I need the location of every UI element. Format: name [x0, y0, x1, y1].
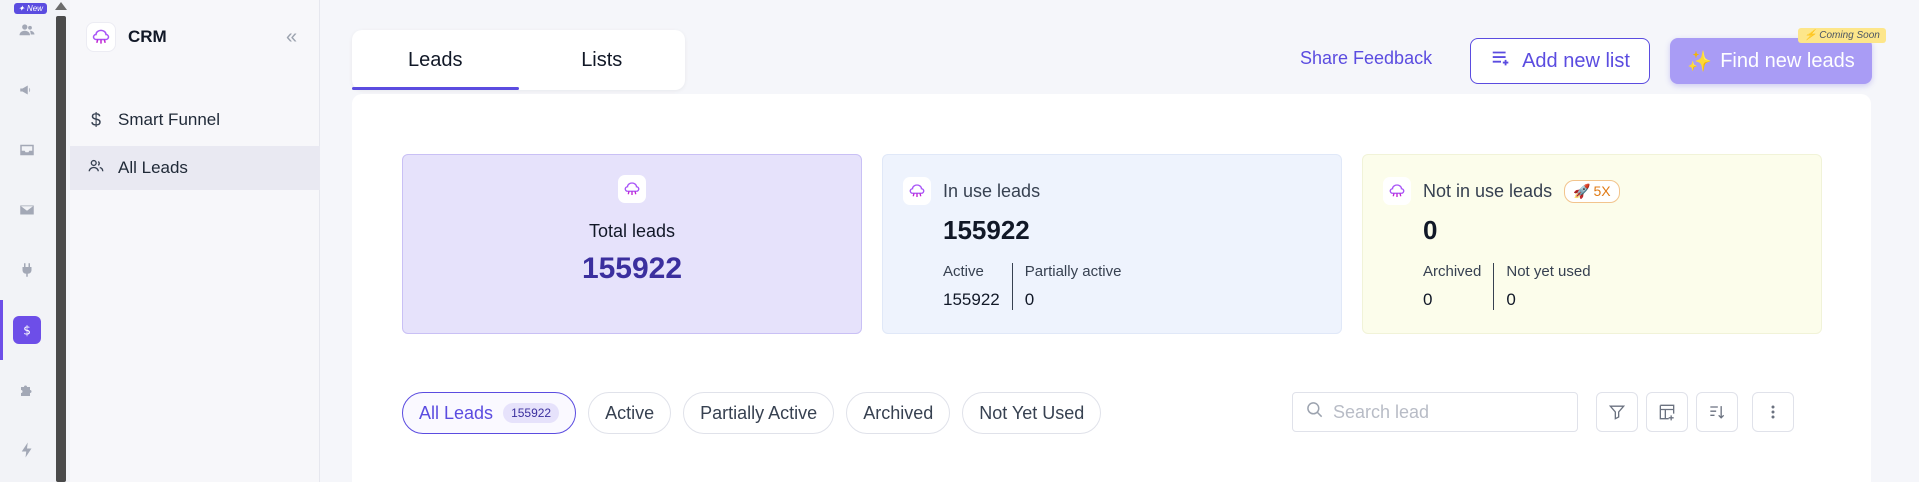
users-icon [86, 157, 106, 180]
sort-button[interactable] [1696, 392, 1738, 432]
main-area: Leads Lists Share Feedback Add new list … [320, 0, 1919, 482]
more-vertical-icon [1771, 405, 1775, 419]
total-leads-value: 155922 [581, 252, 683, 285]
columns-button[interactable] [1646, 392, 1688, 432]
stat-value: 0 [1423, 290, 1433, 309]
active-stat: Active 155922 [943, 263, 1012, 310]
chip-label: Active [605, 402, 655, 423]
plug-icon[interactable] [13, 256, 41, 284]
sidebar-title: CRM [128, 27, 167, 46]
users-icon[interactable] [13, 16, 41, 44]
crm-logo-icon [903, 177, 931, 205]
filter-all-leads[interactable]: All Leads 155922 [402, 392, 577, 434]
stat-label: Not yet used [1506, 263, 1591, 280]
filter-active[interactable]: Active [588, 392, 672, 434]
stat-value: 155922 [943, 290, 1000, 309]
filter-icon [1608, 405, 1626, 420]
in-use-leads-value: 155922 [943, 215, 1030, 245]
dollar-icon[interactable]: $ [13, 316, 41, 344]
sidebar-item-all-leads[interactable]: All Leads [70, 146, 320, 190]
not-yet-used-stat: Not yet used 0 [1493, 263, 1602, 310]
crm-sidebar: CRM « $ Smart Funnel All Leads [70, 0, 320, 482]
view-tabs: Leads Lists [352, 30, 685, 90]
rocket-icon: 🚀 [1573, 182, 1591, 199]
boost-badge-label: 5X [1593, 183, 1611, 199]
search-box [1292, 392, 1578, 432]
sort-icon [1710, 406, 1725, 419]
filter-button[interactable] [1596, 392, 1638, 432]
filter-partially-active[interactable]: Partially Active [683, 392, 835, 434]
archived-stat: Archived 0 [1423, 263, 1493, 310]
lightning-icon[interactable] [13, 436, 41, 464]
sparkle-icon: ✨ [1687, 50, 1713, 73]
sidebar-item-label: All Leads [118, 158, 188, 177]
sidebar-item-label: Smart Funnel [118, 110, 221, 129]
crm-logo-icon [1383, 177, 1411, 205]
stat-value: 0 [1024, 290, 1035, 309]
inbox-icon[interactable] [13, 136, 41, 164]
mail-icon[interactable] [13, 196, 41, 224]
scroll-thumb[interactable] [56, 16, 66, 482]
not-in-use-stats: Archived 0 Not yet used 0 [1423, 263, 1603, 310]
playlist-add-icon [1490, 47, 1512, 75]
stat-label: Partially active [1024, 263, 1122, 280]
rail-active-indicator [0, 300, 3, 360]
partially-active-stat: Partially active 0 [1011, 263, 1134, 310]
table-add-icon [1659, 404, 1675, 421]
crm-logo-icon [86, 22, 116, 52]
in-use-leads-title: In use leads [943, 180, 1041, 201]
add-new-list-label: Add new list [1522, 49, 1630, 72]
tab-lists[interactable]: Lists [519, 30, 686, 90]
not-in-use-leads-value: 0 [1423, 215, 1438, 245]
filter-chips: All Leads 155922 Active Partially Active… [402, 392, 1102, 434]
total-leads-card: Total leads 155922 [402, 154, 862, 334]
filter-archived[interactable]: Archived [846, 392, 951, 434]
in-use-stats: Active 155922 Partially active 0 [943, 263, 1133, 310]
filter-not-yet-used[interactable]: Not Yet Used [962, 392, 1102, 434]
tab-leads[interactable]: Leads [352, 30, 519, 90]
find-new-leads-label: Find new leads [1720, 49, 1855, 72]
dollar-icon: $ [90, 109, 101, 130]
not-in-use-leads-title: Not in use leads [1423, 180, 1553, 201]
total-leads-label: Total leads [588, 221, 676, 241]
chip-label: All Leads [419, 402, 494, 423]
new-badge: ✦ New [14, 3, 47, 14]
chip-label: Archived [863, 402, 934, 423]
chip-count: 155922 [503, 403, 560, 423]
chip-label: Not Yet Used [979, 402, 1085, 423]
scroll-up-icon[interactable] [55, 2, 67, 10]
stat-label: Active [943, 263, 984, 280]
puzzle-icon[interactable] [13, 376, 41, 404]
sidebar-item-smart-funnel[interactable]: $ Smart Funnel [70, 98, 320, 142]
in-use-leads-card: In use leads 155922 Active 155922 Partia… [882, 154, 1342, 334]
share-feedback-link[interactable]: Share Feedback [1300, 48, 1432, 69]
sidebar-header: CRM [86, 22, 167, 52]
find-new-leads-button[interactable]: ✨ Find new leads [1670, 38, 1872, 84]
chip-label: Partially Active [700, 402, 818, 423]
svg-text:$: $ [23, 324, 31, 338]
search-input[interactable] [1333, 401, 1563, 423]
collapse-sidebar-icon[interactable]: « [286, 27, 306, 48]
rail-scrollbar[interactable] [54, 0, 70, 482]
crm-logo-icon [618, 175, 646, 203]
boost-badge[interactable]: 🚀 5X [1564, 179, 1620, 203]
coming-soon-badge: ⚡ Coming Soon [1798, 28, 1886, 43]
add-new-list-button[interactable]: Add new list [1470, 38, 1650, 84]
search-icon [1305, 400, 1325, 425]
stat-value: 0 [1506, 290, 1516, 309]
more-options-button[interactable] [1752, 392, 1794, 432]
megaphone-icon[interactable] [13, 76, 41, 104]
stat-label: Archived [1423, 263, 1482, 280]
not-in-use-leads-card: Not in use leads 🚀 5X 0 Archived 0 Not y… [1362, 154, 1822, 334]
leads-content-panel: Total leads 155922 In use leads 155922 A… [352, 94, 1871, 482]
